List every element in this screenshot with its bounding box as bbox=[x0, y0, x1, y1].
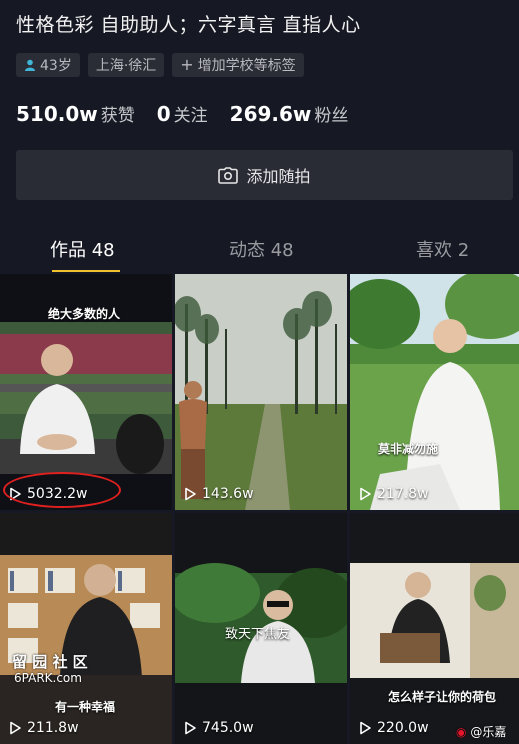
video-thumbnail-2[interactable]: 143.6w bbox=[175, 274, 347, 510]
watermark-weibo: ◉ @乐嘉 bbox=[456, 723, 506, 740]
location-label: 上海·徐汇 bbox=[95, 58, 157, 74]
person-icon bbox=[25, 59, 35, 71]
likes-stat[interactable]: 510.0w 获赞 bbox=[16, 101, 135, 126]
add-photo-label: 添加随拍 bbox=[246, 167, 311, 186]
age-tag[interactable]: 43岁 bbox=[16, 53, 80, 77]
weibo-handle: @乐嘉 bbox=[470, 725, 507, 739]
highlight-circle bbox=[3, 472, 121, 508]
video-1-caption: 绝大多数的人 bbox=[48, 307, 121, 321]
video-thumbnail-4[interactable]: 留 园 社 区 6PARK.com 有一种幸福 211.8w bbox=[0, 513, 172, 744]
watermark-6park-cn: 留 园 社 区 bbox=[12, 653, 88, 671]
followers-stat[interactable]: 269.6w 粉丝 bbox=[230, 101, 349, 126]
age-label: 43岁 bbox=[40, 58, 72, 74]
video-thumbnail-5[interactable]: 致天下焦友 745.0w bbox=[175, 513, 347, 744]
video-thumbnail-6[interactable]: 怎么样子让你的荷包 220.0w ◉ @乐嘉 bbox=[350, 513, 519, 744]
weibo-icon: ◉ bbox=[456, 725, 467, 739]
location-tag[interactable]: 上海·徐汇 bbox=[87, 53, 165, 77]
video-4-play-count: 211.8w bbox=[27, 720, 79, 736]
profile-bio: 性格色彩 自助助人；六字真言 直指人心 bbox=[16, 14, 361, 36]
following-stat[interactable]: 0 关注 bbox=[157, 101, 208, 126]
video-5-caption: 致天下焦友 bbox=[225, 627, 291, 642]
likes-label: 获赞 bbox=[100, 106, 135, 126]
video-thumbnail-1[interactable]: 绝大多数的人 5032.2w bbox=[0, 274, 172, 510]
camera-icon bbox=[218, 166, 239, 184]
active-tab-indicator bbox=[52, 270, 120, 272]
tab-dynamics[interactable]: 动态 48 bbox=[229, 236, 294, 262]
video-6-plays: 220.0w bbox=[358, 720, 429, 736]
video-6-caption: 怎么样子让你的荷包 bbox=[388, 690, 497, 704]
plus-icon: + bbox=[180, 55, 194, 74]
add-photo-button[interactable]: 添加随拍 bbox=[16, 150, 513, 200]
video-4-caption: 有一种幸福 bbox=[55, 700, 116, 714]
tab-likes[interactable]: 喜欢 2 bbox=[416, 236, 469, 262]
video-grid: 绝大多数的人 5032.2w 143.6w 莫非减勿施 217.8w 留 园 社… bbox=[0, 274, 519, 744]
watermark-6park-en: 6PARK.com bbox=[14, 671, 82, 685]
following-label: 关注 bbox=[173, 106, 208, 126]
video-3-play-count: 217.8w bbox=[377, 486, 429, 502]
video-6-play-count: 220.0w bbox=[377, 720, 429, 736]
followers-label: 粉丝 bbox=[314, 106, 349, 126]
profile-stats: 510.0w 获赞 0 关注 269.6w 粉丝 bbox=[16, 101, 348, 126]
video-3-plays: 217.8w bbox=[358, 486, 429, 502]
video-2-image bbox=[175, 274, 347, 510]
play-icon bbox=[360, 487, 371, 501]
following-count: 0 bbox=[156, 102, 171, 126]
video-2-plays: 143.6w bbox=[183, 486, 254, 502]
video-3-image bbox=[350, 274, 519, 510]
add-school-tag[interactable]: + 增加学校等标签 bbox=[172, 53, 304, 77]
content-tabs: 作品 48 动态 48 喜欢 2 bbox=[0, 228, 519, 272]
play-icon bbox=[10, 721, 21, 735]
play-icon bbox=[185, 487, 196, 501]
video-thumbnail-3[interactable]: 莫非减勿施 217.8w bbox=[350, 274, 519, 510]
video-6-image bbox=[350, 513, 519, 744]
play-icon bbox=[185, 721, 196, 735]
tab-works[interactable]: 作品 48 bbox=[50, 236, 115, 262]
play-icon bbox=[360, 721, 371, 735]
video-4-plays: 211.8w bbox=[8, 720, 79, 736]
add-school-label: 增加学校等标签 bbox=[197, 58, 296, 74]
video-2-play-count: 143.6w bbox=[202, 486, 254, 502]
profile-tags: 43岁 上海·徐汇 + 增加学校等标签 bbox=[16, 53, 304, 77]
video-3-caption: 莫非减勿施 bbox=[378, 442, 439, 456]
video-5-plays: 745.0w bbox=[183, 720, 254, 736]
likes-count: 510.0w bbox=[16, 102, 98, 126]
video-5-play-count: 745.0w bbox=[202, 720, 254, 736]
followers-count: 269.6w bbox=[229, 102, 312, 126]
